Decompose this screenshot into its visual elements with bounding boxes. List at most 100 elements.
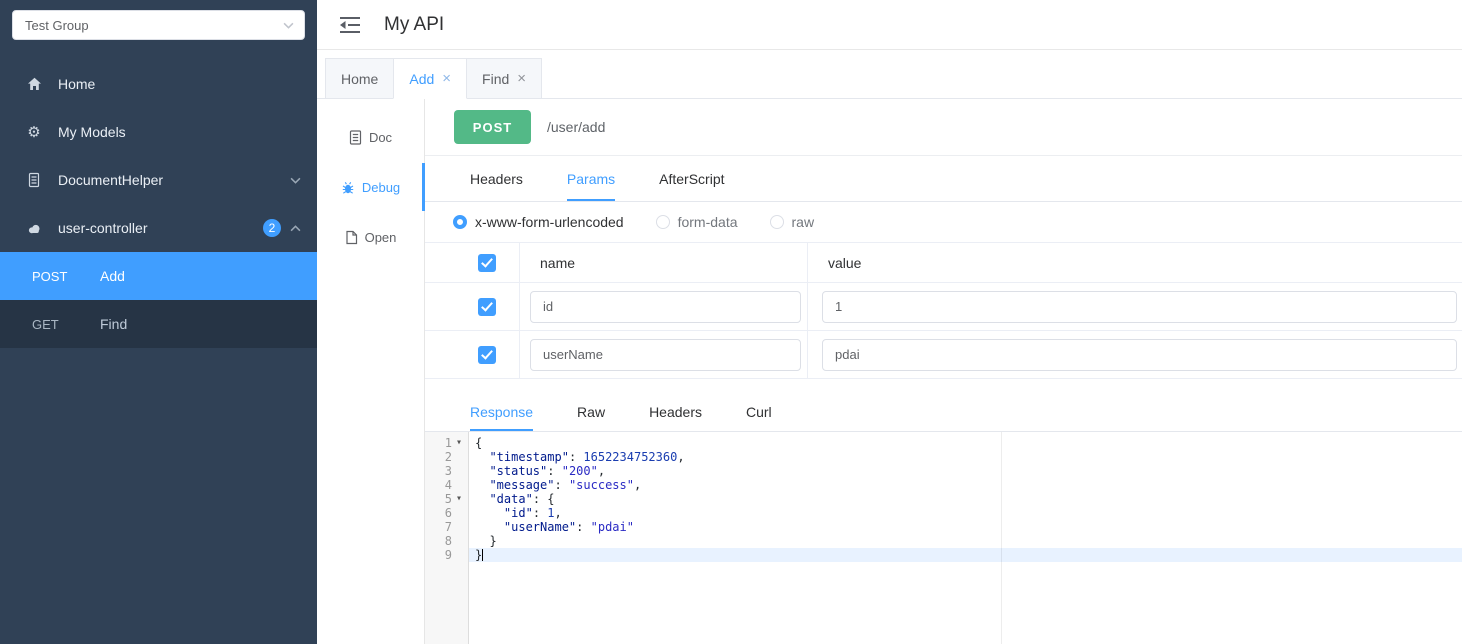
sidebar-item-label: Home: [58, 76, 96, 92]
fold-arrow-icon[interactable]: ▾: [452, 492, 466, 506]
code-line[interactable]: }: [475, 534, 1462, 548]
tab-curl[interactable]: Curl: [746, 392, 772, 431]
code-line[interactable]: "id": 1,: [475, 506, 1462, 520]
code-line[interactable]: }: [469, 548, 1462, 562]
param-value-input[interactable]: [822, 338, 1457, 371]
select-all-checkbox[interactable]: [477, 253, 496, 272]
request-path[interactable]: /user/add: [547, 119, 605, 135]
sidebar-subitem-add[interactable]: POST Add: [0, 252, 317, 300]
fold-arrow-icon[interactable]: ▾: [452, 436, 466, 450]
tool-debug[interactable]: Debug: [317, 162, 425, 212]
sidebar-item-my-models[interactable]: ⚙ My Models: [0, 108, 317, 156]
tab-find[interactable]: Find ×: [466, 58, 543, 99]
chevron-down-icon: [290, 177, 301, 184]
app: Test Group Home ⚙ My Models DocumentHelp…: [0, 0, 1462, 644]
hamburger-icon[interactable]: [340, 16, 360, 34]
tool-label: Open: [364, 229, 397, 245]
row-checkbox[interactable]: [477, 297, 496, 316]
method-badge: POST: [454, 110, 531, 144]
param-row: [425, 283, 1462, 331]
sidebar-item-home[interactable]: Home: [0, 60, 317, 108]
radio-dot: [769, 215, 784, 229]
gutter-line: 8: [425, 534, 466, 548]
radio-dot: [453, 215, 467, 229]
tab-home[interactable]: Home: [325, 58, 395, 99]
close-icon[interactable]: ×: [442, 71, 451, 86]
content-row: Doc Debug Open POST /user/add Headers Pa…: [317, 99, 1462, 644]
tool-label: Debug: [361, 179, 401, 195]
response-tabs: Response Raw Headers Curl: [425, 392, 1462, 432]
radio-dot: [655, 215, 670, 229]
body-type-row: x-www-form-urlencoded form-data raw: [425, 202, 1462, 243]
tab-response[interactable]: Response: [470, 392, 534, 431]
radio-x-www-form-urlencoded[interactable]: x-www-form-urlencoded: [453, 214, 624, 230]
tab-afterscript[interactable]: AfterScript: [659, 156, 724, 201]
sidebar-item-label: DocumentHelper: [58, 172, 164, 188]
params-header-row: name value: [425, 243, 1462, 283]
code-line[interactable]: "userName": "pdai": [475, 520, 1462, 534]
gutter-line: 4: [425, 478, 466, 492]
home-icon: [24, 77, 44, 91]
param-name-input[interactable]: [530, 290, 801, 323]
gutter-line: 5 ▾: [425, 492, 466, 506]
sidebar: Test Group Home ⚙ My Models DocumentHelp…: [0, 0, 317, 644]
code-line[interactable]: "data": {: [475, 492, 1462, 506]
group-select-value: Test Group: [25, 17, 89, 33]
sidebar-item-documenthelper[interactable]: DocumentHelper: [0, 156, 317, 204]
code-line[interactable]: "status": "200",: [475, 464, 1462, 478]
request-tabs: Headers Params AfterScript: [425, 156, 1462, 202]
text-cursor: [482, 549, 484, 561]
tool-rail: Doc Debug Open: [317, 99, 425, 644]
param-value-input[interactable]: [822, 290, 1457, 323]
param-row: [425, 331, 1462, 379]
tab-label: Add: [409, 70, 435, 87]
tool-open[interactable]: Open: [317, 212, 424, 262]
gutter-line: 7: [425, 520, 466, 534]
params-table: name value: [425, 243, 1462, 379]
radio-label: raw: [791, 214, 815, 230]
page-tabbar: Home Add × Find ×: [317, 50, 1462, 99]
tool-doc[interactable]: Doc: [317, 112, 424, 162]
tab-params[interactable]: Params: [566, 156, 616, 201]
tab-label: Find: [482, 70, 510, 87]
gutter-line: 1 ▾: [425, 436, 466, 450]
sidebar-item-label: user-controller: [58, 220, 148, 236]
code-line[interactable]: "timestamp": 1652234752360,: [475, 450, 1462, 464]
sidebar-menu: Home ⚙ My Models DocumentHelper user-con…: [0, 60, 317, 348]
tab-resp-headers[interactable]: Headers: [649, 392, 702, 431]
code-line[interactable]: {: [475, 436, 1462, 450]
file-icon: [345, 230, 358, 245]
param-name-input[interactable]: [530, 338, 801, 371]
code-line[interactable]: "message": "success",: [475, 478, 1462, 492]
group-select[interactable]: Test Group: [12, 10, 305, 40]
tab-headers[interactable]: Headers: [470, 156, 523, 201]
workspace: POST /user/add Headers Params AfterScrip…: [425, 99, 1462, 644]
submenu-label: Add: [100, 268, 125, 284]
radio-form-data[interactable]: form-data: [655, 214, 738, 230]
url-row: POST /user/add: [425, 99, 1462, 156]
sidebar-subitem-find[interactable]: GET Find: [0, 300, 317, 348]
radio-raw[interactable]: raw: [769, 214, 815, 230]
sidebar-item-user-controller[interactable]: user-controller 2: [0, 204, 317, 252]
submenu-label: Find: [100, 316, 128, 332]
top-header: My API: [317, 0, 1462, 50]
chevron-up-icon: [290, 224, 301, 232]
sidebar-item-label: My Models: [58, 124, 126, 140]
main-area: My API Home Add × Find × Doc Debug Open …: [317, 0, 1462, 644]
row-checkbox[interactable]: [477, 345, 496, 364]
tab-label: Home: [341, 70, 379, 87]
chevron-down-icon: [283, 22, 294, 29]
document-icon: [24, 172, 44, 188]
status-badge: 2: [263, 219, 281, 237]
editor-code[interactable]: { "timestamp": 1652234752360, "status": …: [469, 432, 1462, 644]
tab-add[interactable]: Add ×: [393, 58, 468, 99]
response-editor[interactable]: 1 ▾ 2 3 4 5 ▾ 6 7 8 9 { "timestamp": 1652234752360…: [425, 432, 1462, 644]
close-icon[interactable]: ×: [517, 71, 526, 86]
tab-raw[interactable]: Raw: [577, 392, 605, 431]
column-header-value: value: [828, 254, 862, 271]
gutter-line: 3: [425, 464, 466, 478]
